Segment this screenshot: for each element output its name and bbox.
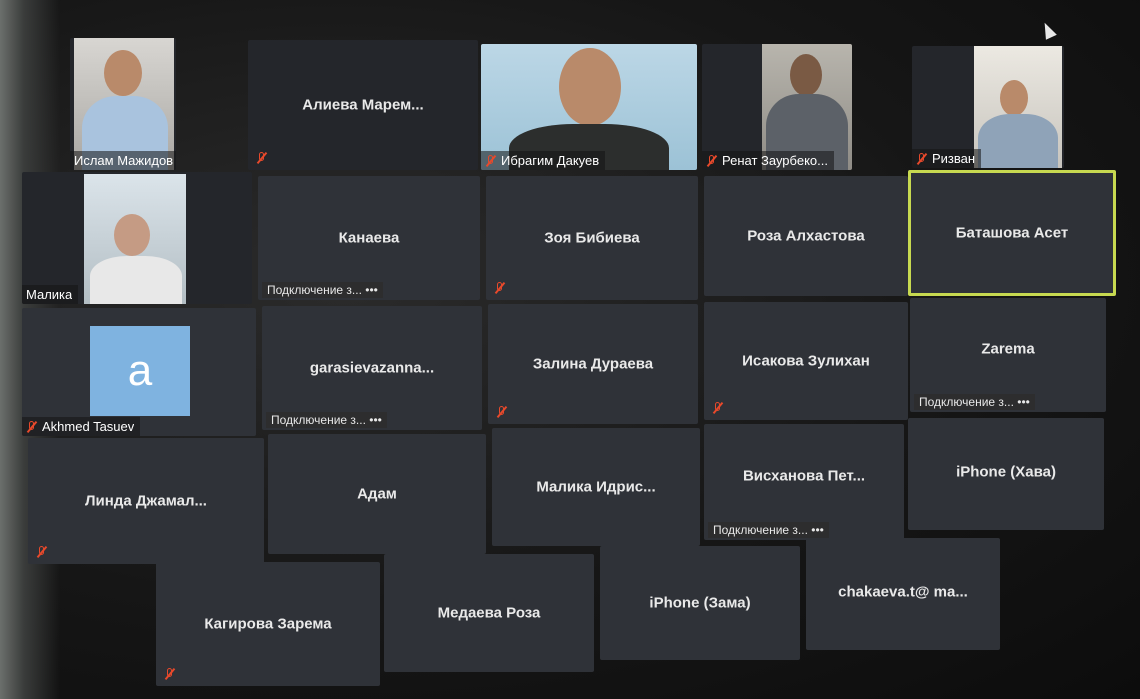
participant-name: Зоя Бибиева xyxy=(544,229,640,247)
participant-name: Малика Идрис... xyxy=(536,478,656,496)
mouse-cursor-icon xyxy=(1039,20,1057,40)
participant-tile[interactable]: Ислам Мажидов xyxy=(70,38,176,170)
participant-tile[interactable]: Висханова Пет... Подключение з... ••• xyxy=(704,424,904,540)
participant-tile[interactable]: Медаева Роза xyxy=(384,554,594,672)
mic-off-icon xyxy=(36,546,48,558)
participant-name: Висханова Пет... xyxy=(742,467,866,485)
mic-off-icon xyxy=(706,154,718,167)
participant-name: Роза Алхастова xyxy=(747,227,865,245)
mic-off-icon xyxy=(496,406,508,418)
participant-tile[interactable]: Алиева Марем... xyxy=(248,40,478,170)
participant-tile[interactable]: iPhone (Зама) xyxy=(600,546,800,660)
participant-name-label: Малика xyxy=(22,285,79,304)
mic-off-icon xyxy=(256,152,268,164)
participant-tile[interactable]: Зоя Бибиева xyxy=(486,176,698,300)
participant-name: Канаева xyxy=(338,229,400,247)
participant-tile[interactable]: Малика Идрис... xyxy=(492,428,700,546)
participant-name: Баташова Асет xyxy=(955,224,1069,242)
avatar: a xyxy=(90,326,190,416)
participant-tile[interactable]: Ибрагим Дакуев xyxy=(481,44,697,170)
participant-tile[interactable]: chakaeva.t@ ma... xyxy=(806,538,1000,650)
participant-name: Алиева Марем... xyxy=(302,96,424,114)
participant-tile[interactable]: Малика xyxy=(22,172,252,304)
participant-name: iPhone (Хава) xyxy=(956,463,1056,481)
video-feed xyxy=(974,46,1062,168)
participant-name: Линда Джамал... xyxy=(85,492,207,510)
participant-tile[interactable]: Кагирова Зарема xyxy=(156,562,380,686)
participant-name-label: Akhmed Tasuev xyxy=(22,417,141,436)
participant-name-label: Ислам Мажидов xyxy=(70,151,176,170)
participant-tile[interactable]: Zarema Подключение з... ••• xyxy=(910,298,1106,412)
participant-tile[interactable]: Адам xyxy=(268,434,486,554)
participant-name: garasievazanna... xyxy=(309,359,435,377)
connecting-status: Подключение з... ••• xyxy=(262,282,383,298)
connecting-status: Подключение з... ••• xyxy=(914,394,1035,410)
connecting-status: Подключение з... ••• xyxy=(266,412,387,428)
participant-name: Исакова Зулихан xyxy=(742,352,870,370)
participant-name-label: Ризван xyxy=(912,149,982,168)
participant-name: Залина Дураева xyxy=(532,355,654,373)
connecting-status: Подключение з... ••• xyxy=(708,522,829,538)
participant-name-label: Ибрагим Дакуев xyxy=(481,151,606,170)
participant-tile[interactable]: garasievazanna... Подключение з... ••• xyxy=(262,306,482,430)
participant-tile[interactable]: iPhone (Хава) xyxy=(908,418,1104,530)
mic-off-icon xyxy=(916,152,928,165)
mic-off-icon xyxy=(26,420,38,433)
participant-name: Медаева Роза xyxy=(437,604,541,622)
participant-tile[interactable]: Канаева Подключение з... ••• xyxy=(258,176,480,300)
participant-tile[interactable]: Роза Алхастова xyxy=(704,176,908,296)
mic-off-icon xyxy=(494,282,506,294)
participant-name: chakaeva.t@ ma... xyxy=(838,583,968,601)
participant-name: Zarema xyxy=(981,340,1035,358)
participant-tile[interactable]: Исакова Зулихан xyxy=(704,302,908,420)
participant-name: iPhone (Зама) xyxy=(649,594,751,612)
participant-tile[interactable]: a Akhmed Tasuev xyxy=(22,308,256,436)
participant-tile[interactable]: Ренат Заурбеко... xyxy=(702,44,852,170)
participant-name-label: Ренат Заурбеко... xyxy=(702,151,834,170)
active-speaker-tile[interactable]: Баташова Асет xyxy=(908,170,1116,296)
participant-name: Кагирова Зарема xyxy=(204,615,332,633)
participant-tile[interactable]: Залина Дураева xyxy=(488,304,698,424)
mic-off-icon xyxy=(164,668,176,680)
video-feed xyxy=(84,174,186,304)
mic-off-icon xyxy=(485,154,497,167)
participant-tile[interactable]: Линда Джамал... xyxy=(28,438,264,564)
mic-off-icon xyxy=(712,402,724,414)
participant-name: Адам xyxy=(357,485,397,503)
participant-tile[interactable]: Ризван xyxy=(912,46,1064,168)
